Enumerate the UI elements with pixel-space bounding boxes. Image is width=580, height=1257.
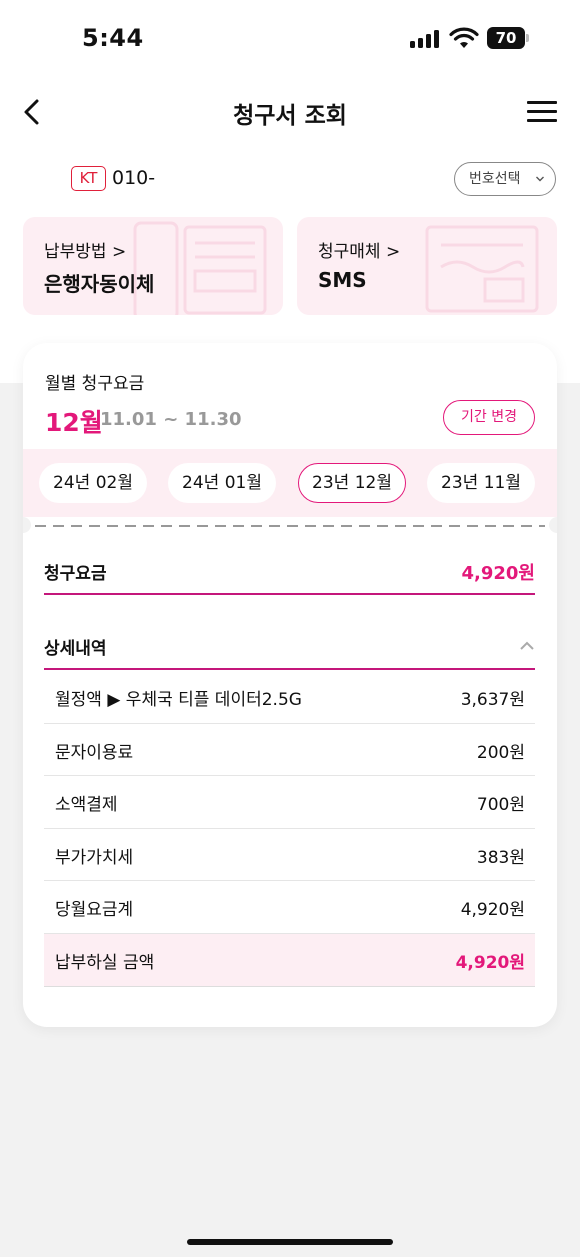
selected-month: 12월 xyxy=(45,408,103,437)
billing-media-label: 청구매체 > xyxy=(318,242,401,262)
detail-section-title: 상세내역 xyxy=(44,639,107,659)
payment-method-card[interactable]: 납부방법 > 은행자동이체 xyxy=(23,217,283,315)
bill-card: 월별 청구요금 12월 11.01 ~ 11.30 기간 변경 24년 02월 … xyxy=(23,343,557,1027)
amount-due-row: 납부하실 금액 4,920원 xyxy=(44,933,535,987)
change-period-button[interactable]: 기간 변경 xyxy=(443,400,535,435)
chevron-down-icon xyxy=(536,176,544,182)
total-charge-value: 4,920원 xyxy=(461,563,536,584)
billing-media-card[interactable]: 청구매체 > SMS xyxy=(297,217,557,315)
total-charge-row: 청구요금 4,920원 xyxy=(44,551,535,595)
card-illustration xyxy=(425,225,539,313)
detail-amount: 4,920원 xyxy=(460,900,525,921)
detail-row: 월정액 ▶ 우체국 티플 데이터2.5G 3,637원 xyxy=(44,671,535,724)
payment-method-value: 은행자동이체 xyxy=(44,272,155,296)
battery-level: 70 xyxy=(487,27,525,49)
month-chip[interactable]: 24년 01월 xyxy=(168,463,276,503)
month-selector: 24년 02월 24년 01월 23년 12월 23년 11월 xyxy=(23,449,557,517)
billing-period-range: 11.01 ~ 11.30 xyxy=(100,409,242,430)
billing-media-value: SMS xyxy=(318,268,367,292)
total-charge-label: 청구요금 xyxy=(44,564,107,584)
number-select-label: 번호선택 xyxy=(469,171,521,187)
monthly-bill-label: 월별 청구요금 xyxy=(45,374,145,394)
month-chip-selected[interactable]: 23년 12월 xyxy=(298,463,406,503)
amount-due-value: 4,920원 xyxy=(455,952,525,973)
carrier-badge: KT xyxy=(71,166,106,191)
detail-name: 소액결제 xyxy=(55,795,118,816)
hamburger-menu-icon[interactable] xyxy=(527,99,557,125)
detail-row: 문자이용료 200원 xyxy=(44,724,535,777)
dashed-divider xyxy=(35,525,545,527)
detail-amount: 3,637원 xyxy=(460,690,525,710)
detail-row: 당월요금계 4,920원 xyxy=(44,881,535,934)
status-time: 5:44 xyxy=(82,24,144,52)
signal-icon xyxy=(410,30,442,48)
detail-name: 부가가치세 xyxy=(55,847,134,868)
number-select-button[interactable]: 번호선택 xyxy=(454,162,556,196)
ticket-notch xyxy=(549,517,557,533)
detail-amount: 383원 xyxy=(476,847,525,868)
card-illustration xyxy=(133,221,267,315)
month-chip[interactable]: 23년 11월 xyxy=(427,463,535,503)
page-title: 청구서 조회 xyxy=(233,103,347,129)
ticket-notch xyxy=(23,517,31,533)
phone-number: 010- xyxy=(112,167,156,189)
detail-name: 납부하실 금액 xyxy=(55,952,155,973)
detail-amount: 700원 xyxy=(476,795,525,816)
payment-method-label: 납부방법 > xyxy=(44,242,127,262)
detail-row: 소액결제 700원 xyxy=(44,776,535,829)
battery-icon: 70 xyxy=(487,27,529,49)
detail-name: 문자이용료 xyxy=(55,742,134,763)
month-chip[interactable]: 24년 02월 xyxy=(39,463,147,503)
status-bar: 5:44 70 xyxy=(0,0,580,80)
header: 청구서 조회 xyxy=(0,84,580,140)
wifi-icon xyxy=(449,27,479,48)
detail-name: 월정액 ▶ 우체국 티플 데이터2.5G xyxy=(55,690,302,710)
home-indicator[interactable] xyxy=(187,1239,393,1245)
detail-name: 당월요금계 xyxy=(55,900,134,921)
detail-row: 부가가치세 383원 xyxy=(44,829,535,882)
detail-list: 월정액 ▶ 우체국 티플 데이터2.5G 3,637원 문자이용료 200원 소… xyxy=(44,671,535,987)
detail-section-header[interactable]: 상세내역 xyxy=(44,626,535,670)
chevron-up-icon[interactable] xyxy=(519,640,535,652)
detail-amount: 200원 xyxy=(476,742,525,763)
